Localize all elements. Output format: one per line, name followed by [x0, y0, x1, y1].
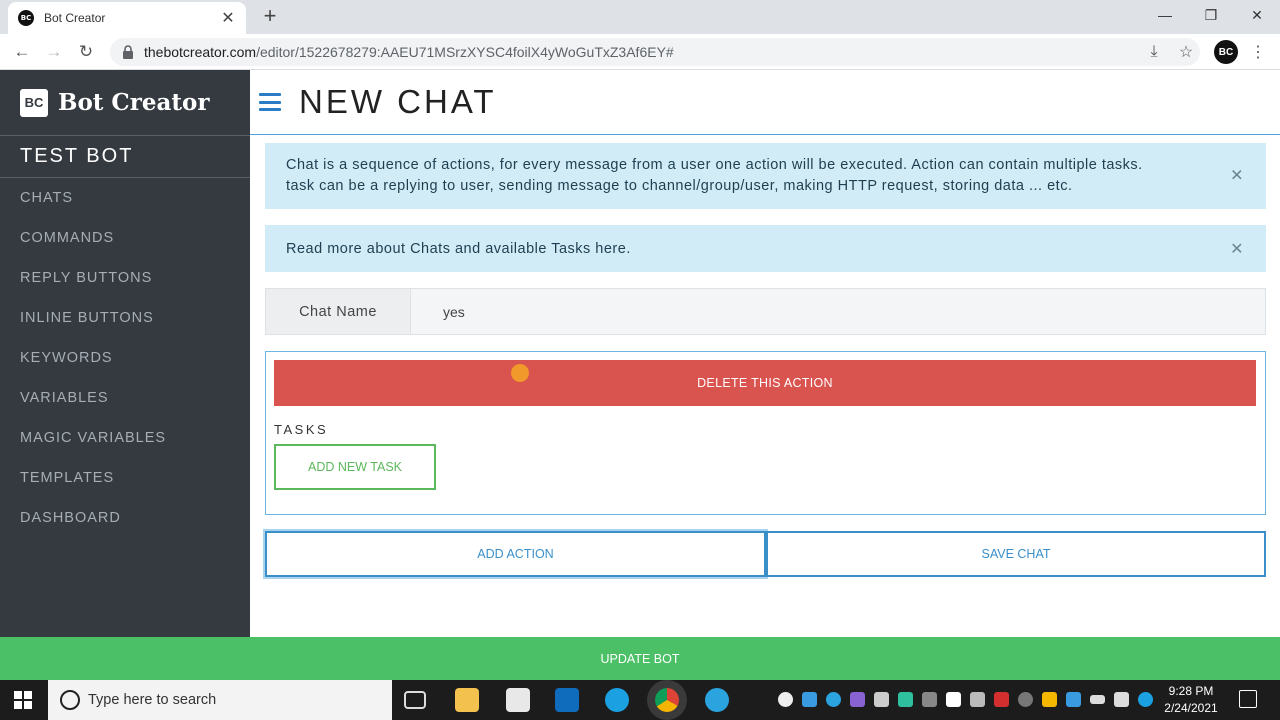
chat-name-group: Chat Name: [265, 288, 1266, 335]
tray-antivirus-icon[interactable]: [994, 692, 1009, 707]
add-action-button[interactable]: ADD ACTION: [265, 531, 766, 577]
info-alert: Chat is a sequence of actions, for every…: [265, 143, 1266, 209]
taskbar-search[interactable]: Type here to search: [48, 680, 392, 720]
sidebar-item-commands[interactable]: COMMANDS: [0, 218, 250, 258]
browser-menu-icon[interactable]: ⋮: [1246, 40, 1270, 64]
sidebar-item-keywords[interactable]: KEYWORDS: [0, 338, 250, 378]
notification-center-icon[interactable]: [1239, 690, 1257, 708]
url-path: /editor/1522678279:AAEU71MSrzXYSC4foilX4…: [256, 44, 674, 60]
sidebar-item-dashboard[interactable]: DASHBOARD: [0, 498, 250, 538]
chat-name-label: Chat Name: [266, 289, 411, 334]
windows-taskbar: Type here to search 9:28 PM 2/24/2021: [0, 680, 1280, 720]
read-more-link[interactable]: Read more about Chats and available Task…: [286, 241, 631, 257]
close-icon[interactable]: ✕: [1230, 239, 1244, 259]
restore-button[interactable]: ❐: [1188, 0, 1234, 30]
chrome-icon[interactable]: [655, 688, 679, 712]
minimize-button[interactable]: —: [1142, 0, 1188, 30]
browser-tab[interactable]: BC Bot Creator ✕: [8, 2, 246, 34]
brand-name: Bot Creator: [58, 89, 210, 116]
telegram-icon[interactable]: [705, 688, 729, 712]
sidebar: BC Bot Creator TEST BOT CHATS COMMANDS R…: [0, 70, 250, 637]
info-alert-line2: task can be a replying to user, sending …: [286, 178, 1073, 194]
file-explorer-icon[interactable]: [455, 688, 479, 712]
new-tab-button[interactable]: +: [258, 4, 282, 28]
tray-app-icon[interactable]: [874, 692, 889, 707]
brand[interactable]: BC Bot Creator: [0, 70, 250, 136]
tab-title: Bot Creator: [44, 11, 106, 25]
back-arrow-icon[interactable]: ←: [10, 40, 34, 64]
tray-app-icon[interactable]: [898, 692, 913, 707]
tray-app-icon[interactable]: [970, 692, 985, 707]
sidebar-item-reply-buttons[interactable]: REPLY BUTTONS: [0, 258, 250, 298]
windows-start-icon[interactable]: [14, 691, 32, 709]
tray-app-icon[interactable]: [802, 692, 817, 707]
clock-date: 2/24/2021: [1164, 701, 1218, 715]
address-bar[interactable]: thebotcreator.com/editor/1522678279:AAEU…: [110, 38, 1200, 66]
cortana-icon: [60, 690, 80, 710]
forward-arrow-icon[interactable]: →: [42, 40, 66, 64]
lock-icon: [123, 45, 133, 59]
tray-app-icon[interactable]: [1066, 692, 1081, 707]
hamburger-menu-icon[interactable]: [259, 93, 281, 111]
tray-app-icon[interactable]: [778, 692, 793, 707]
taskbar-search-placeholder: Type here to search: [88, 692, 217, 708]
sidebar-item-chats[interactable]: CHATS: [0, 178, 250, 218]
tray-security-icon[interactable]: [946, 692, 961, 707]
tray-network-icon[interactable]: [922, 692, 937, 707]
bot-name[interactable]: TEST BOT: [0, 136, 250, 178]
tray-telegram-icon[interactable]: [826, 692, 841, 707]
update-bot-button[interactable]: UPDATE BOT: [0, 637, 1280, 680]
tab-close-icon[interactable]: ✕: [220, 8, 236, 28]
sidebar-item-variables[interactable]: VARIABLES: [0, 378, 250, 418]
profile-avatar[interactable]: BC: [1214, 40, 1238, 64]
delete-action-button[interactable]: DELETE THIS ACTION: [274, 360, 1256, 406]
page-title: NEW CHAT: [299, 83, 497, 120]
chat-name-input[interactable]: [411, 289, 1265, 334]
sidebar-item-inline-buttons[interactable]: INLINE BUTTONS: [0, 298, 250, 338]
notepad-icon[interactable]: [506, 688, 530, 712]
tray-skype-icon[interactable]: [1138, 692, 1153, 707]
read-more-alert: Read more about Chats and available Task…: [265, 225, 1266, 272]
reload-icon[interactable]: ↻: [74, 40, 98, 64]
sidebar-item-templates[interactable]: TEMPLATES: [0, 458, 250, 498]
info-alert-line1: Chat is a sequence of actions, for every…: [286, 157, 1143, 173]
url-text: thebotcreator.com/editor/1522678279:AAEU…: [144, 44, 674, 60]
action-panel: DELETE THIS ACTION TASKS ADD NEW TASK: [265, 351, 1266, 515]
tasks-heading: TASKS: [274, 422, 329, 437]
site-favicon-icon: BC: [18, 10, 34, 26]
url-host: thebotcreator.com: [144, 44, 257, 60]
page-header: NEW CHAT: [250, 70, 1280, 135]
skype-icon[interactable]: [605, 688, 629, 712]
save-chat-button[interactable]: SAVE CHAT: [766, 531, 1266, 577]
outlook-icon[interactable]: [555, 688, 579, 712]
tray-app-icon[interactable]: [1042, 692, 1057, 707]
battery-icon[interactable]: [1090, 695, 1105, 704]
volume-icon[interactable]: [1114, 692, 1129, 707]
window-close-button[interactable]: ✕: [1234, 0, 1280, 30]
brand-logo-icon: BC: [20, 88, 48, 117]
taskbar-clock[interactable]: 9:28 PM 2/24/2021: [1160, 683, 1222, 717]
add-new-task-button[interactable]: ADD NEW TASK: [274, 444, 436, 490]
clock-time: 9:28 PM: [1168, 684, 1214, 698]
tray-app-icon[interactable]: [1018, 692, 1033, 707]
task-view-icon[interactable]: [404, 691, 426, 709]
sidebar-item-magic-variables[interactable]: MAGIC VARIABLES: [0, 418, 250, 458]
bookmark-star-icon[interactable]: ☆: [1174, 40, 1198, 64]
browser-tabstrip: BC Bot Creator ✕ + — ❐ ✕: [0, 0, 1280, 34]
tray-app-icon[interactable]: [850, 692, 865, 707]
browser-toolbar: ← → ↻ thebotcreator.com/editor/152267827…: [0, 34, 1280, 70]
close-icon[interactable]: ✕: [1230, 166, 1244, 187]
mouse-cursor-icon: [511, 364, 529, 382]
install-app-icon[interactable]: ⤓: [1142, 40, 1166, 64]
